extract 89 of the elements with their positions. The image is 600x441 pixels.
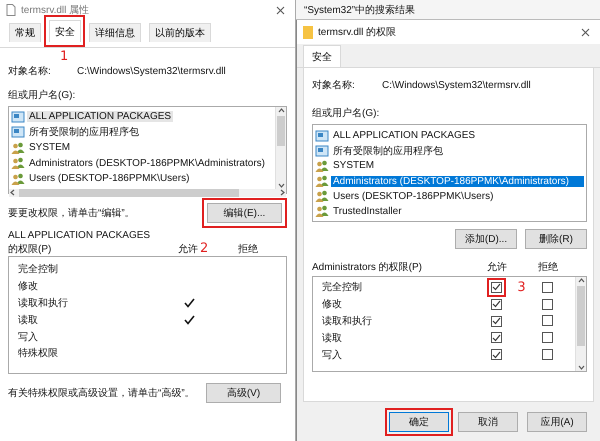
scroll-up-icon[interactable] bbox=[278, 107, 284, 114]
folder-icon bbox=[303, 26, 313, 38]
permission-name: 读取和执行 bbox=[17, 296, 69, 310]
window-title: termsrv.dll 属性 bbox=[21, 4, 90, 17]
step-number: 1 bbox=[60, 48, 68, 64]
permission-name: 完全控制 bbox=[17, 262, 59, 276]
column-header: 允许 bbox=[178, 242, 199, 256]
column-header: 允许 bbox=[486, 260, 508, 274]
permission-name: 修改 bbox=[17, 280, 39, 294]
column-header: 拒绝 bbox=[238, 242, 258, 256]
field-label: 对象名称: bbox=[8, 64, 52, 78]
scrollbar[interactable] bbox=[575, 277, 586, 371]
users-icon bbox=[11, 142, 25, 154]
tab[interactable]: 常规 bbox=[9, 23, 41, 42]
cancel-button[interactable]: 取消 bbox=[458, 412, 518, 432]
group-item[interactable]: Administrators (DESKTOP-186PPMK\Administrators) bbox=[27, 158, 267, 169]
group-item[interactable]: Administrators (DESKTOP-186PPMK\Administrators) bbox=[331, 176, 584, 187]
permission-name: 写入 bbox=[17, 330, 39, 344]
deny-checkbox[interactable] bbox=[542, 349, 552, 360]
group-item[interactable]: TrustedInstaller bbox=[331, 206, 404, 217]
permission-name: 写入 bbox=[321, 348, 343, 362]
permission-name: 特殊权限 bbox=[17, 346, 59, 360]
allow-checkbox[interactable] bbox=[490, 282, 502, 293]
group-item[interactable]: 所有受限制的应用程序包 bbox=[331, 144, 445, 158]
field-label: 组或用户名(G): bbox=[8, 88, 76, 102]
group-item[interactable]: Users (DESKTOP-186PPMK\Users) bbox=[27, 173, 192, 184]
group-item[interactable]: Users (DESKTOP-186PPMK\Users) bbox=[331, 190, 496, 202]
close-icon[interactable] bbox=[276, 6, 285, 14]
object-path: C:\Windows\System32\termsrv.dll bbox=[382, 80, 531, 90]
hint-text: 有关特殊权限或高级设置，请单击“高级”。 bbox=[8, 386, 195, 400]
column-header: 拒绝 bbox=[537, 260, 559, 274]
hint-text: 要更改权限，请单击“编辑”。 bbox=[8, 206, 135, 220]
field-label: 组或用户名(G): bbox=[312, 106, 380, 120]
scroll-left-icon[interactable] bbox=[9, 189, 16, 196]
deny-checkbox[interactable] bbox=[542, 298, 552, 310]
step-number: 3 bbox=[517, 280, 526, 295]
package-group-icon bbox=[11, 126, 25, 138]
group-item[interactable]: SYSTEM bbox=[27, 142, 72, 154]
close-icon[interactable] bbox=[581, 28, 590, 36]
permission-name: 读取和执行 bbox=[321, 314, 373, 328]
users-icon bbox=[315, 175, 329, 188]
allow-checkbox[interactable] bbox=[490, 349, 502, 360]
package-group-icon bbox=[315, 144, 329, 157]
scroll-down-icon[interactable] bbox=[278, 182, 284, 188]
scroll-right-icon[interactable] bbox=[279, 189, 286, 196]
scroll-down-icon[interactable] bbox=[578, 364, 584, 371]
package-group-icon bbox=[11, 110, 25, 123]
group-item[interactable]: ALL APPLICATION PACKAGES bbox=[331, 130, 478, 142]
horizontal-scrollbar[interactable] bbox=[9, 188, 286, 196]
deny-checkbox[interactable] bbox=[542, 315, 552, 326]
deny-checkbox[interactable] bbox=[542, 282, 552, 293]
group-item[interactable]: 所有受限制的应用程序包 bbox=[27, 125, 141, 140]
step-number: 2 bbox=[200, 241, 210, 256]
field-label: Administrators 的权限(P) bbox=[312, 260, 424, 274]
users-icon bbox=[11, 172, 25, 185]
add-button[interactable]: 添加(D)... bbox=[455, 229, 517, 249]
allow-checkbox[interactable] bbox=[490, 298, 502, 310]
tab[interactable]: 安全 bbox=[303, 45, 341, 67]
scrollbar[interactable] bbox=[275, 107, 286, 188]
permission-name: 修改 bbox=[321, 298, 343, 312]
permission-subject: ALL APPLICATION PACKAGES bbox=[8, 230, 152, 241]
edit-button[interactable]: 编辑(E)... bbox=[207, 203, 282, 223]
deny-checkbox[interactable] bbox=[542, 332, 552, 344]
users-icon bbox=[315, 190, 329, 202]
permission-name: 读取 bbox=[17, 314, 39, 327]
search-results-title: “System32”中的搜索结果 bbox=[304, 4, 416, 16]
tab[interactable]: 以前的版本 bbox=[149, 23, 211, 42]
ok-button[interactable]: 确定 bbox=[389, 412, 449, 432]
advanced-button[interactable]: 高级(V) bbox=[206, 383, 281, 403]
users-icon bbox=[11, 157, 25, 170]
package-group-icon bbox=[315, 130, 329, 142]
allow-checkbox[interactable] bbox=[490, 332, 502, 344]
remove-button[interactable]: 删除(R) bbox=[525, 229, 587, 249]
users-icon bbox=[315, 205, 329, 218]
group-item[interactable]: ALL APPLICATION PACKAGES bbox=[27, 111, 174, 122]
tab[interactable]: 详细信息 bbox=[89, 23, 141, 42]
file-icon bbox=[6, 4, 16, 16]
users-icon bbox=[315, 160, 329, 172]
scroll-up-icon[interactable] bbox=[578, 277, 584, 284]
apply-button[interactable]: 应用(A) bbox=[527, 412, 587, 432]
object-path: C:\Windows\System32\termsrv.dll bbox=[77, 66, 226, 76]
field-label: 对象名称: bbox=[312, 78, 356, 92]
allow-checkbox[interactable] bbox=[490, 316, 502, 326]
tab[interactable]: 安全 bbox=[49, 20, 81, 42]
permission-name: 读取 bbox=[321, 332, 343, 345]
group-item[interactable]: SYSTEM bbox=[331, 160, 376, 172]
field-label: 的权限(P) bbox=[8, 242, 52, 256]
permission-name: 完全控制 bbox=[321, 280, 363, 294]
window-title: termsrv.dll 的权限 bbox=[318, 26, 398, 39]
